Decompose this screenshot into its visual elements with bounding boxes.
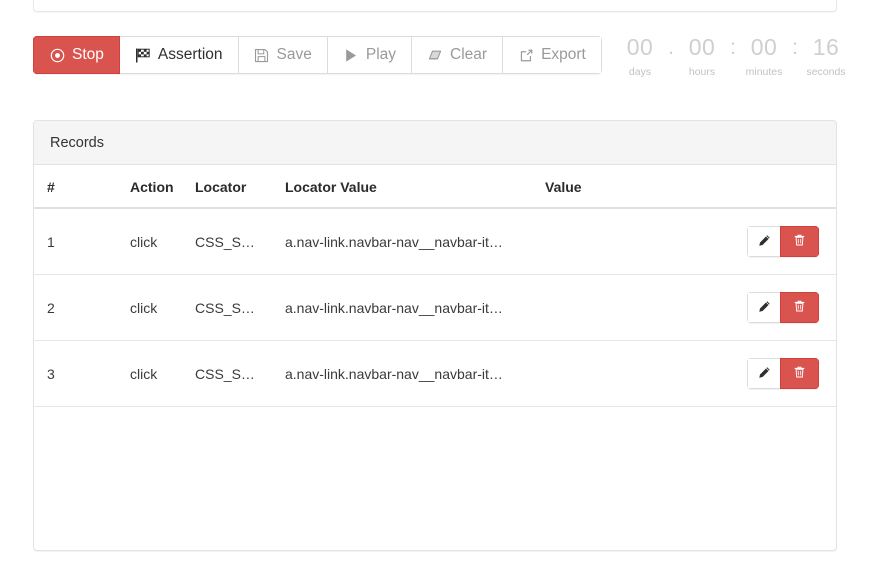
timer-hours-value: 00 <box>688 34 716 60</box>
table-row: 1 click CSS_S… a.nav-link.navbar-nav__na… <box>34 208 836 275</box>
row-locator-value: a.nav-link.navbar-nav__navbar-it… <box>277 340 537 407</box>
delete-trash-icon <box>793 299 806 316</box>
row-operations <box>727 208 836 275</box>
play-button[interactable]: Play <box>327 36 413 74</box>
export-share-icon <box>518 47 534 63</box>
edit-row-button[interactable] <box>747 358 780 389</box>
column-header-locator: Locator <box>187 165 277 209</box>
table-row: 2 click CSS_S… a.nav-link.navbar-nav__na… <box>34 274 836 341</box>
records-table: # Action Locator Locator Value Value 1 c… <box>34 165 836 407</box>
records-panel: Records # Action Locator Locator Value V… <box>33 120 837 551</box>
records-panel-title: Records <box>50 134 104 151</box>
session-timer: 00 days . 00 hours : 00 minutes : 16 sec… <box>616 34 850 79</box>
edit-row-button[interactable] <box>747 292 780 323</box>
delete-trash-icon <box>793 233 806 250</box>
edit-pencil-icon <box>758 300 771 316</box>
table-row: 3 click CSS_S… a.nav-link.navbar-nav__na… <box>34 340 836 407</box>
row-locator: CSS_S… <box>187 340 277 407</box>
row-operations <box>727 340 836 407</box>
timer-seconds-value: 16 <box>812 34 840 60</box>
assertion-button[interactable]: Assertion <box>119 36 239 74</box>
timer-seconds: 16 seconds <box>802 34 850 79</box>
row-index: 3 <box>34 340 122 407</box>
column-header-action: Action <box>122 165 187 209</box>
row-locator: CSS_S… <box>187 274 277 341</box>
edit-row-button[interactable] <box>747 226 780 257</box>
play-button-label: Play <box>365 46 397 63</box>
record-circle-icon <box>49 47 65 63</box>
recorder-toolbar: Stop Assertion Save Play Clear Export 00… <box>0 34 870 79</box>
stop-button-label: Stop <box>72 46 104 63</box>
timer-minutes: 00 minutes <box>740 34 788 79</box>
edit-pencil-icon <box>758 366 771 382</box>
export-button-label: Export <box>541 46 586 63</box>
export-button[interactable]: Export <box>503 36 602 74</box>
delete-row-button[interactable] <box>780 226 819 257</box>
timer-seconds-label: seconds <box>806 66 846 78</box>
row-operations <box>727 274 836 341</box>
delete-trash-icon <box>793 365 806 382</box>
edit-pencil-icon <box>758 234 771 250</box>
timer-hours-label: hours <box>688 66 716 78</box>
row-locator-value: a.nav-link.navbar-nav__navbar-it… <box>277 274 537 341</box>
toolbar-button-group: Stop Assertion Save Play Clear Export <box>33 36 602 74</box>
records-header-row: # Action Locator Locator Value Value <box>34 165 836 209</box>
timer-days-value: 00 <box>626 34 654 60</box>
play-triangle-icon <box>343 47 359 63</box>
timer-hours: 00 hours <box>678 34 726 79</box>
delete-row-button[interactable] <box>780 358 819 389</box>
row-action: click <box>122 274 187 341</box>
row-locator: CSS_S… <box>187 208 277 275</box>
row-action-button-group <box>747 292 819 323</box>
timer-separator-2: : <box>730 36 736 59</box>
records-table-body: 1 click CSS_S… a.nav-link.navbar-nav__na… <box>34 208 836 407</box>
floppy-disk-icon <box>254 47 270 63</box>
timer-days-label: days <box>628 66 652 78</box>
eraser-icon <box>427 47 443 63</box>
timer-minutes-value: 00 <box>750 34 778 60</box>
row-index: 1 <box>34 208 122 275</box>
row-value <box>537 340 727 407</box>
row-action-button-group <box>747 226 819 257</box>
column-header-locator-value: Locator Value <box>277 165 537 209</box>
row-locator-value: a.nav-link.navbar-nav__navbar-it… <box>277 208 537 275</box>
assertion-button-label: Assertion <box>157 46 223 63</box>
row-index: 2 <box>34 274 122 341</box>
save-button-label: Save <box>276 46 312 63</box>
stop-button[interactable]: Stop <box>33 36 120 74</box>
timer-days: 00 days <box>616 34 664 79</box>
timer-separator-3: : <box>792 36 798 59</box>
row-value <box>537 208 727 275</box>
row-value <box>537 274 727 341</box>
save-button[interactable]: Save <box>238 36 328 74</box>
timer-minutes-label: minutes <box>745 66 783 78</box>
row-action-button-group <box>747 358 819 389</box>
column-header-operations <box>727 165 836 209</box>
column-header-index: # <box>34 165 122 209</box>
column-header-value: Value <box>537 165 727 209</box>
row-action: click <box>122 208 187 275</box>
checkered-flag-icon <box>135 47 151 63</box>
records-panel-header: Records <box>34 121 836 165</box>
records-table-head: # Action Locator Locator Value Value <box>34 165 836 209</box>
clear-button-label: Clear <box>450 46 488 63</box>
previous-card-bottom-edge <box>33 0 837 12</box>
row-action: click <box>122 340 187 407</box>
delete-row-button[interactable] <box>780 292 819 323</box>
timer-separator-1: . <box>668 36 674 59</box>
clear-button[interactable]: Clear <box>412 36 504 74</box>
